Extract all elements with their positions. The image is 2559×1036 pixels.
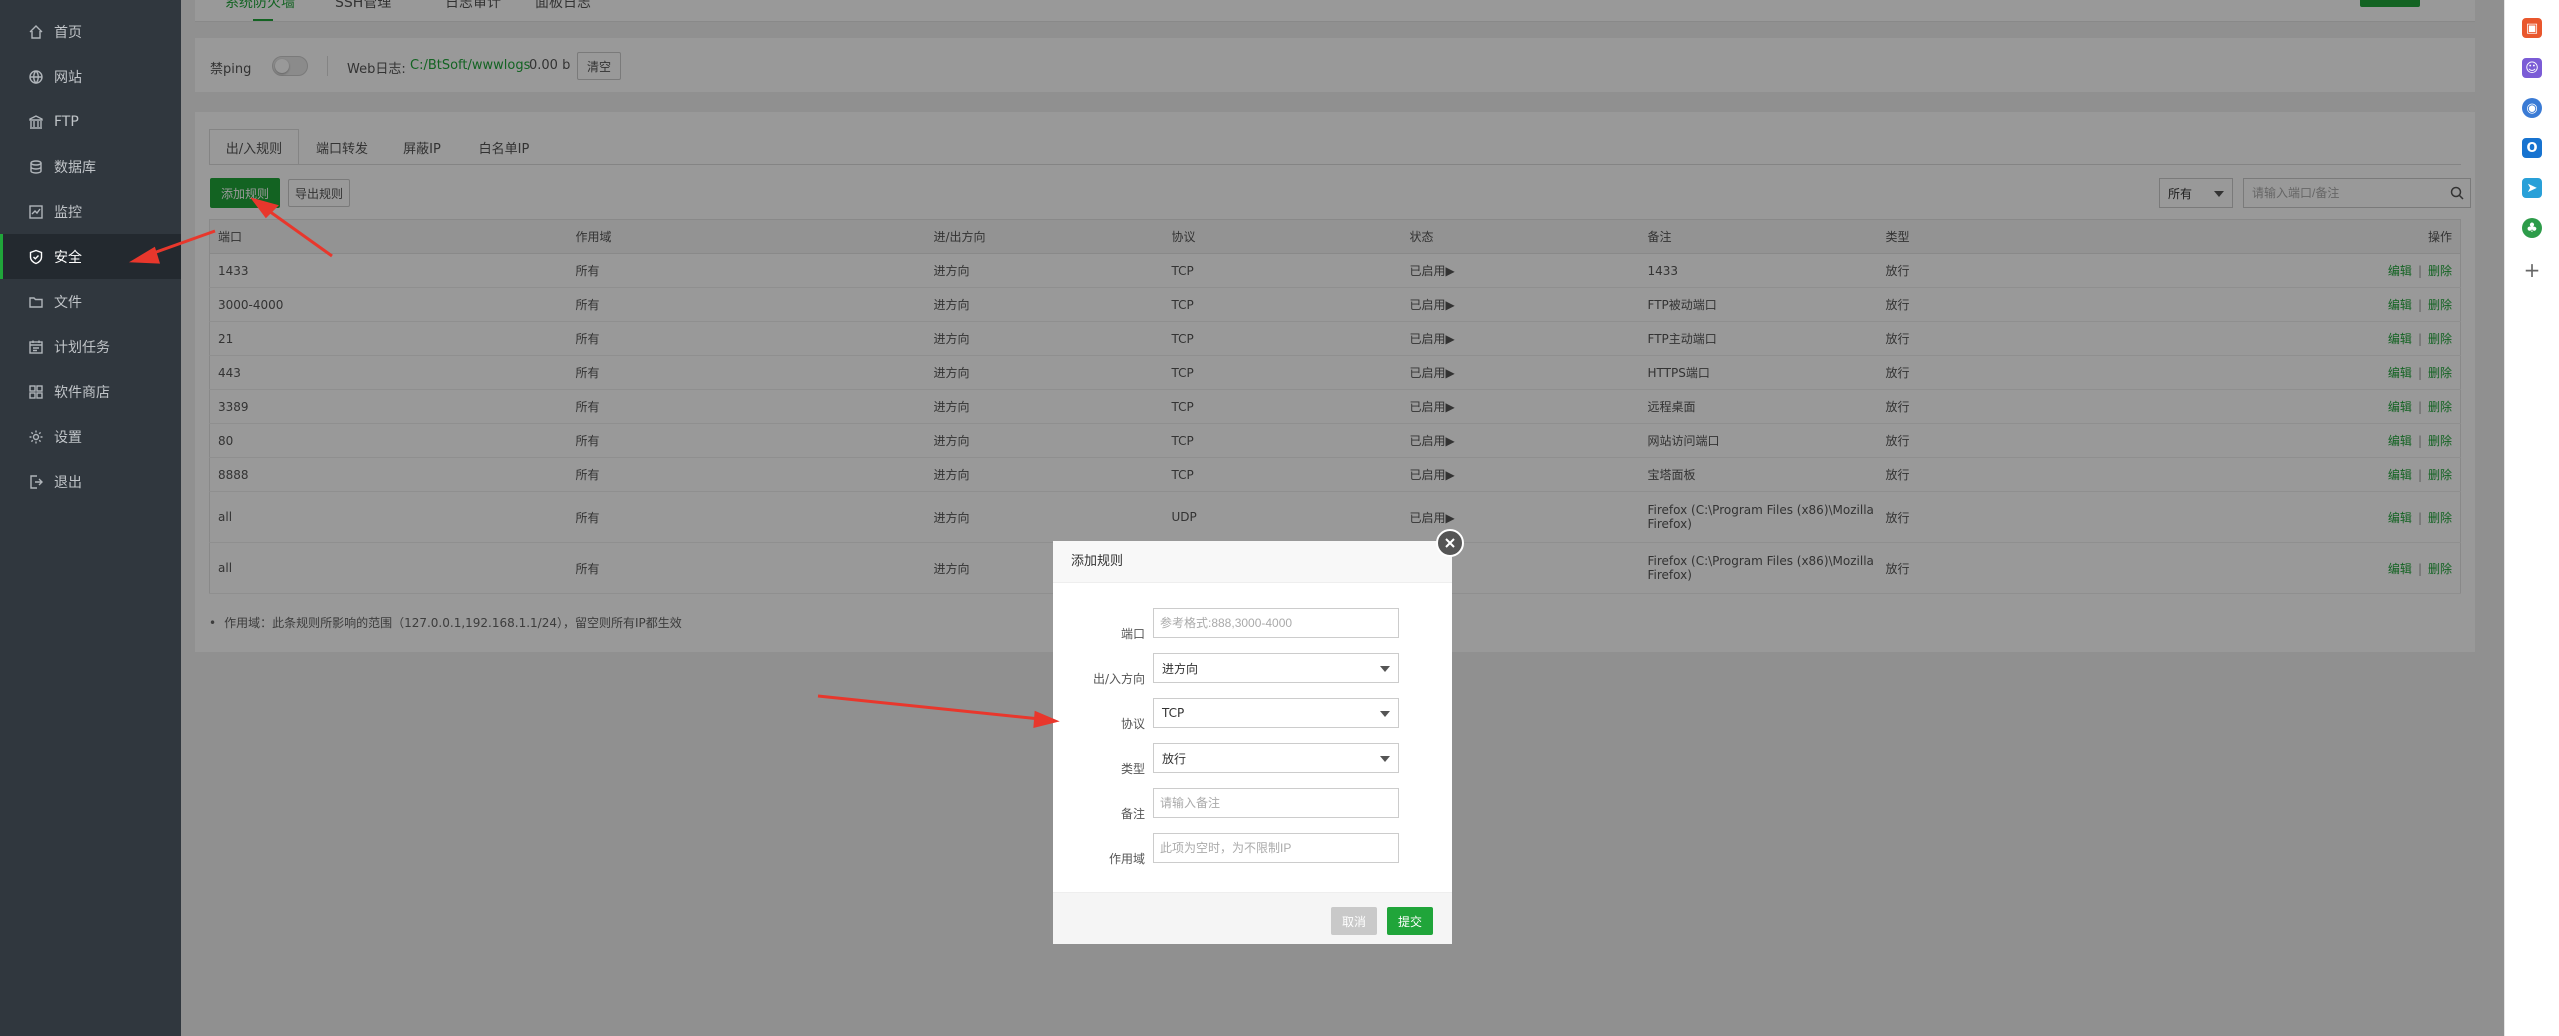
- scope-input[interactable]: [1153, 833, 1399, 863]
- type-select[interactable]: 放行: [1153, 743, 1399, 773]
- chevron-down-icon: [1380, 756, 1390, 762]
- remark-input[interactable]: [1153, 788, 1399, 818]
- gear-icon: [28, 429, 44, 445]
- toolbox-icon[interactable]: ▣: [2522, 18, 2542, 38]
- submit-button[interactable]: 提交: [1387, 907, 1433, 935]
- globe-icon: [28, 69, 44, 85]
- protocol-select[interactable]: TCP: [1153, 698, 1399, 728]
- sidebar: 首页 网站 FTP 数据库 监控 安全 文件 计划任务 软件商店 设置 退出: [0, 0, 181, 1036]
- scope-label: 作用域: [1108, 852, 1145, 866]
- sidebar-item-security[interactable]: 安全: [0, 234, 181, 279]
- direction-select-value: 进方向: [1162, 661, 1199, 676]
- sidebar-item-label: 首页: [54, 24, 82, 41]
- sidebar-item-files[interactable]: 文件: [0, 279, 181, 324]
- sidebar-item-database[interactable]: 数据库: [0, 144, 181, 189]
- direction-label: 出/入方向: [1092, 672, 1145, 686]
- add-rule-dialog: 添加规则 端口 出/入方向 进方向 协议 TCP 类型 放行 备注 作用域 取消…: [1053, 541, 1452, 944]
- type-label: 类型: [1120, 762, 1145, 776]
- logout-icon: [28, 474, 44, 490]
- sidebar-item-label: FTP: [54, 113, 79, 130]
- chevron-down-icon: [1380, 711, 1390, 717]
- database-icon: [28, 159, 44, 175]
- chevron-down-icon: [1380, 666, 1390, 672]
- port-label: 端口: [1120, 627, 1145, 641]
- close-icon[interactable]: [1436, 529, 1464, 557]
- sidebar-item-label: 设置: [54, 429, 82, 446]
- sidebar-item-cron[interactable]: 计划任务: [0, 324, 181, 369]
- calendar-icon: [28, 339, 44, 355]
- outlook-icon[interactable]: O: [2522, 138, 2542, 158]
- direction-select[interactable]: 进方向: [1153, 653, 1399, 683]
- sidebar-item-website[interactable]: 网站: [0, 54, 181, 99]
- protocol-label: 协议: [1120, 717, 1145, 731]
- person-icon[interactable]: ☺: [2522, 58, 2542, 78]
- sidebar-item-store[interactable]: 软件商店: [0, 369, 181, 414]
- sidebar-item-label: 安全: [54, 249, 82, 266]
- monitor-icon: [28, 204, 44, 220]
- folder-icon: [28, 294, 44, 310]
- sidebar-item-settings[interactable]: 设置: [0, 414, 181, 459]
- remark-label: 备注: [1120, 807, 1145, 821]
- apps-icon: [28, 384, 44, 400]
- home-icon: [28, 24, 44, 40]
- dialog-title: 添加规则: [1053, 541, 1452, 583]
- right-toolbar: ▣ ☺ ◉ O ➤ ♣ +: [2504, 0, 2559, 1036]
- sidebar-item-label: 退出: [54, 474, 82, 491]
- sidebar-item-label: 数据库: [54, 159, 96, 176]
- sidebar-item-monitor[interactable]: 监控: [0, 189, 181, 234]
- sidebar-item-label: 网站: [54, 69, 82, 86]
- sidebar-item-label: 软件商店: [54, 384, 110, 401]
- sidebar-item-label: 监控: [54, 204, 82, 221]
- type-select-value: 放行: [1162, 751, 1187, 766]
- ftp-icon: [28, 114, 44, 130]
- protocol-select-value: TCP: [1162, 706, 1185, 720]
- add-icon[interactable]: +: [2522, 258, 2542, 282]
- sidebar-item-label: 文件: [54, 294, 82, 311]
- sidebar-item-ftp[interactable]: FTP: [0, 99, 181, 144]
- chrome-icon[interactable]: ◉: [2522, 98, 2542, 118]
- shield-icon: [28, 249, 44, 265]
- port-input[interactable]: [1153, 608, 1399, 638]
- cancel-button[interactable]: 取消: [1331, 907, 1377, 935]
- sidebar-item-logout[interactable]: 退出: [0, 459, 181, 504]
- send-icon[interactable]: ➤: [2522, 178, 2542, 198]
- sidebar-item-label: 计划任务: [54, 339, 110, 356]
- sidebar-item-home[interactable]: 首页: [0, 9, 181, 54]
- tree-icon[interactable]: ♣: [2522, 218, 2542, 238]
- dialog-footer: 取消 提交: [1053, 892, 1452, 944]
